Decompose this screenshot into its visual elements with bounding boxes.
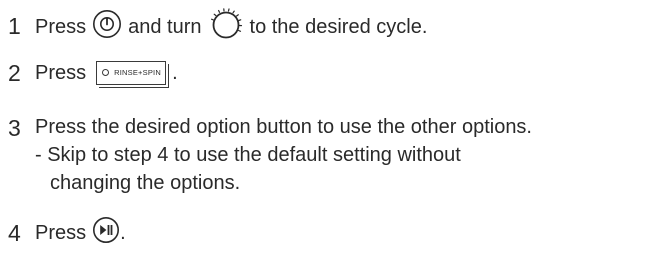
power-button-icon: [92, 9, 122, 45]
step-text: Press the desired option button to use t…: [35, 115, 532, 138]
step-note: - Skip to step 4 to use the default sett…: [35, 144, 461, 166]
step-text: .: [120, 221, 126, 244]
cycle-dial-icon: [208, 6, 244, 48]
start-pause-button-icon: [92, 216, 120, 250]
rinse-spin-button: RINSE+SPIN: [96, 61, 167, 85]
rinse-spin-label: RINSE+SPIN: [114, 68, 161, 77]
step-2: 2 Press RINSE+SPIN .: [0, 58, 652, 94]
step-number: 1: [8, 13, 21, 39]
step-3: 3 Press the desired option button to use…: [0, 110, 652, 194]
step-text: Press: [35, 61, 87, 84]
button-indicator-icon: [102, 69, 110, 76]
step-text: .: [172, 61, 178, 84]
step-text: Press: [35, 15, 87, 38]
step-text: to the desired cycle.: [249, 15, 428, 38]
step-number: 4: [8, 220, 21, 246]
step-4: 4 Press .: [0, 216, 652, 254]
step-text: Press: [35, 221, 87, 244]
step-note: changing the options.: [50, 172, 241, 194]
step-number: 3: [8, 115, 21, 141]
step-text: and turn: [128, 15, 202, 38]
step-1: 1 Press and turn to the desired cycle.: [0, 6, 652, 46]
step-number: 2: [8, 60, 21, 86]
